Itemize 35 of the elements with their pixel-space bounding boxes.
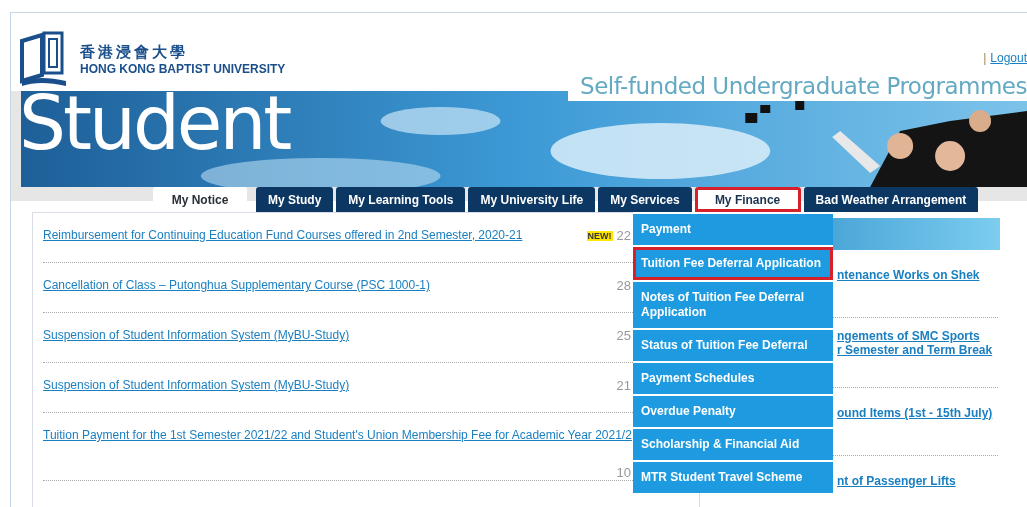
nav-tab[interactable]: My Learning Tools (336, 187, 466, 212)
separator-text: | (983, 51, 987, 65)
notice-link[interactable]: Tuition Payment for the 1st Semester 2021/22 and Student's Union Membership Fee for Academic Year 2021/2 (43, 428, 632, 442)
finance-menu-item[interactable]: Status of Tuition Fee Deferral (633, 330, 833, 361)
nav-tab[interactable]: My Study (256, 187, 334, 212)
nav-tab[interactable]: My University Life (468, 187, 596, 212)
notice-link[interactable]: Suspension of Student Information System (MyBU-Study) (43, 328, 350, 342)
finance-menu-item[interactable]: MTR Student Travel Scheme (633, 462, 833, 493)
nav-tab[interactable]: My Services (598, 187, 692, 212)
campus-notice-link[interactable]: ntenance Works on Shek (837, 268, 998, 282)
logout-link[interactable]: Logout (990, 51, 1027, 65)
campus-notice-link[interactable]: r Semester and Term Break (837, 343, 998, 357)
finance-menu-item[interactable]: Payment Schedules (633, 363, 833, 394)
notice-date: 25 (616, 328, 631, 343)
notice-date: 10 (616, 465, 631, 480)
notice-date: 22 (616, 228, 631, 243)
nav-tab[interactable]: My Finance (694, 187, 801, 212)
banner-title: Student (21, 91, 290, 165)
campus-notice-link[interactable]: nt of Passenger Lifts (837, 474, 998, 488)
notice-link[interactable]: Reimbursement for Continuing Education Fund Courses offered in 2nd Semester, 2020-21 (43, 228, 523, 242)
nav-tab[interactable]: Bad Weather Arrangement (803, 187, 979, 212)
finance-menu-item[interactable]: Tuition Fee Deferral Application (633, 247, 833, 280)
finance-menu-item[interactable]: Notes of Tuition Fee Deferral Application (633, 282, 833, 328)
new-badge: NEW! (586, 230, 613, 241)
campus-notice-link[interactable]: ound Items (1st - 15th July) (837, 406, 998, 420)
notice-date: 21 (616, 378, 631, 393)
finance-menu-item[interactable]: Payment (633, 214, 833, 245)
campus-notice-link[interactable]: ngements of SMC Sports (837, 329, 998, 343)
finance-menu-item[interactable]: Overdue Penalty (633, 396, 833, 427)
university-english-name: HONG KONG BAPTIST UNIVERSITY (80, 61, 286, 76)
notice-link[interactable]: Suspension of Student Information System (MyBU-Study) (43, 378, 350, 392)
notice-date: 28 (616, 278, 631, 293)
finance-menu-item[interactable]: Scholarship & Financial Aid (633, 429, 833, 460)
university-chinese-name: 香港浸會大學 (80, 42, 189, 62)
notice-link[interactable]: Cancellation of Class – Putonghua Supplementary Course (PSC 1000-1) (43, 278, 430, 292)
